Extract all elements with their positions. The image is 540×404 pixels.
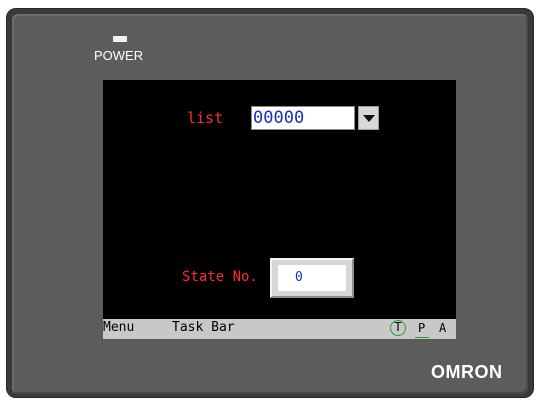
brand-logo: OMRON <box>431 362 503 382</box>
list-label: list <box>187 109 224 127</box>
power-indicator-led <box>113 36 127 42</box>
task-bar: Menu Task Bar T P A <box>103 319 456 339</box>
list-dropdown-button[interactable] <box>358 106 379 130</box>
power-label: POWER <box>94 48 144 63</box>
task-bar-button[interactable]: Task Bar <box>172 320 235 335</box>
p-indicator[interactable]: P <box>418 321 425 335</box>
chevron-down-icon <box>362 114 375 122</box>
p-underline <box>415 337 429 338</box>
list-value-field[interactable]: 00000 <box>251 106 355 130</box>
state-number-label: State No. <box>182 269 258 285</box>
a-indicator[interactable]: A <box>439 321 446 335</box>
hmi-screen: list 00000 State No. 0 Menu Task Bar T P… <box>103 80 456 339</box>
state-number-field[interactable]: 0 <box>270 258 354 298</box>
menu-button[interactable]: Menu <box>103 320 134 335</box>
state-number-value: 0 <box>278 265 346 291</box>
t-indicator[interactable]: T <box>390 320 406 336</box>
